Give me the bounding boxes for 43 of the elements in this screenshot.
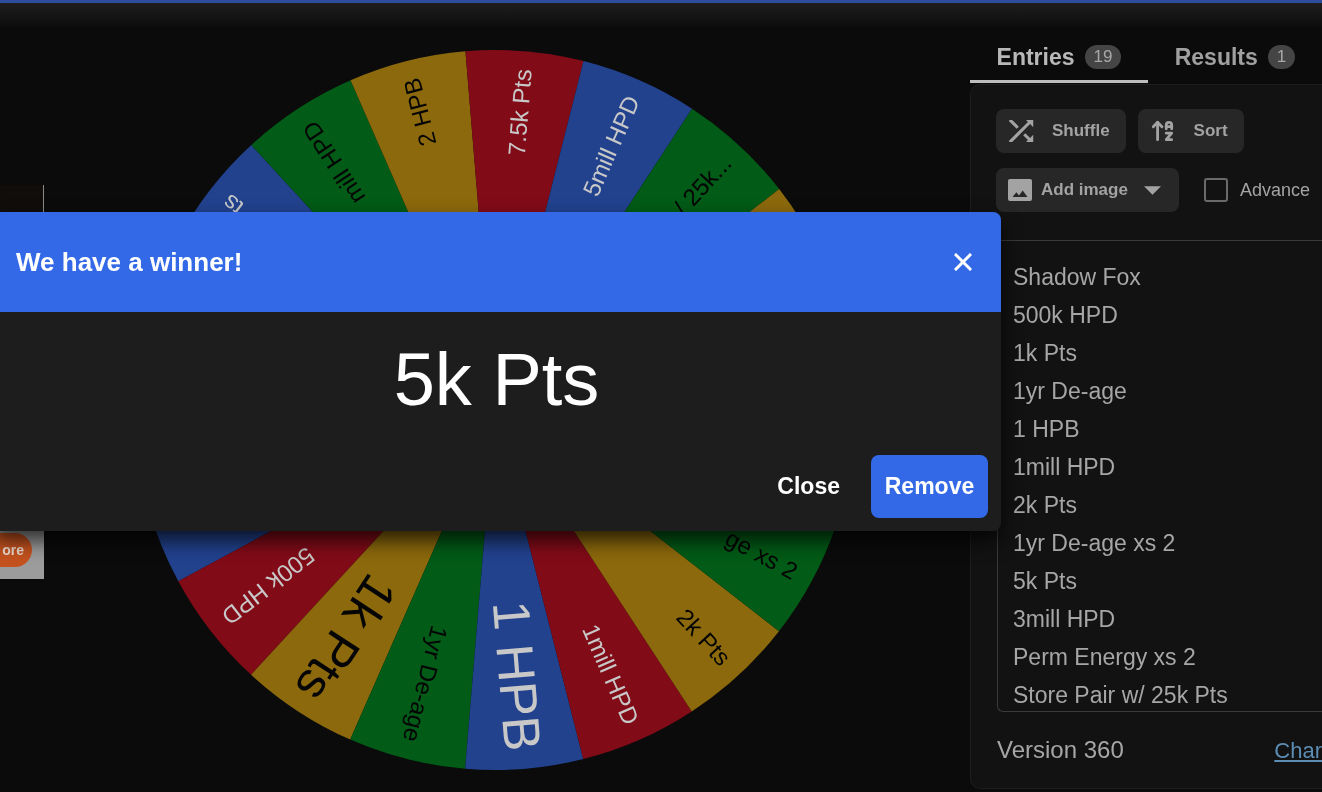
close-icon: [954, 253, 972, 271]
entry-text: 500k HPD: [1013, 302, 1118, 328]
segment-label: 1 HPB: [481, 598, 552, 754]
tab[interactable]: Results 1: [1148, 34, 1322, 83]
close-text-button[interactable]: Close: [761, 455, 856, 518]
entry-text: 1yr De-age xs 2: [1013, 530, 1176, 556]
changelog-link[interactable]: Char: [1274, 733, 1322, 767]
close-button[interactable]: [953, 252, 973, 272]
entry-text: 1yr De-age: [1013, 378, 1127, 404]
checkbox[interactable]: [1203, 178, 1228, 202]
toolbar-button[interactable]: Sort: [1137, 109, 1244, 153]
entry-text: Store Pair w/ 25k Pts: [1013, 682, 1228, 708]
segment-label: 7.5k Pts: [502, 68, 537, 157]
version-text: Version 360: [997, 735, 1124, 765]
dialog-title: We have a winner!: [16, 245, 243, 279]
add-image-button[interactable]: Add image: [996, 168, 1179, 212]
remove-button[interactable]: Remove: [871, 455, 988, 518]
segment-label: 5mill HPD: [577, 91, 645, 200]
sort-icon: [1149, 118, 1176, 144]
entry-text: Perm Energy xs 2: [1013, 644, 1196, 670]
checkbox-label: Advance: [1239, 178, 1310, 202]
shuffle-icon: [1008, 120, 1034, 142]
segment-label: 2 HPB: [398, 75, 442, 149]
winner-text: 5k Pts: [393, 338, 600, 422]
segment-label: 1mill HPD: [577, 620, 645, 729]
toolbar-button[interactable]: Shuffle: [996, 109, 1126, 153]
entry-text: 2k Pts: [1013, 492, 1077, 518]
entry-text: 1k Pts: [1013, 340, 1077, 366]
count-badge: 19: [1084, 45, 1122, 69]
image-icon: [1008, 179, 1032, 201]
promo-button[interactable]: ore: [0, 533, 32, 567]
segment-label: 500k HPD: [216, 542, 320, 631]
entry-text: 1mill HPD: [1013, 454, 1116, 480]
count-badge: 1: [1267, 45, 1296, 69]
segment-label: ge xs 2: [721, 524, 803, 585]
entry-text: 5k Pts: [1013, 568, 1077, 594]
entry-text: 1 HPB: [1013, 416, 1080, 442]
photo-placeholder: [0, 185, 44, 212]
caret-icon: [1143, 185, 1161, 195]
entry-text: 3mill HPD: [1013, 606, 1116, 632]
entry-text: Shadow Fox: [1013, 264, 1141, 290]
segment-label: 2k Pts: [671, 603, 737, 671]
segment-label: 1yr De-age: [397, 623, 454, 745]
